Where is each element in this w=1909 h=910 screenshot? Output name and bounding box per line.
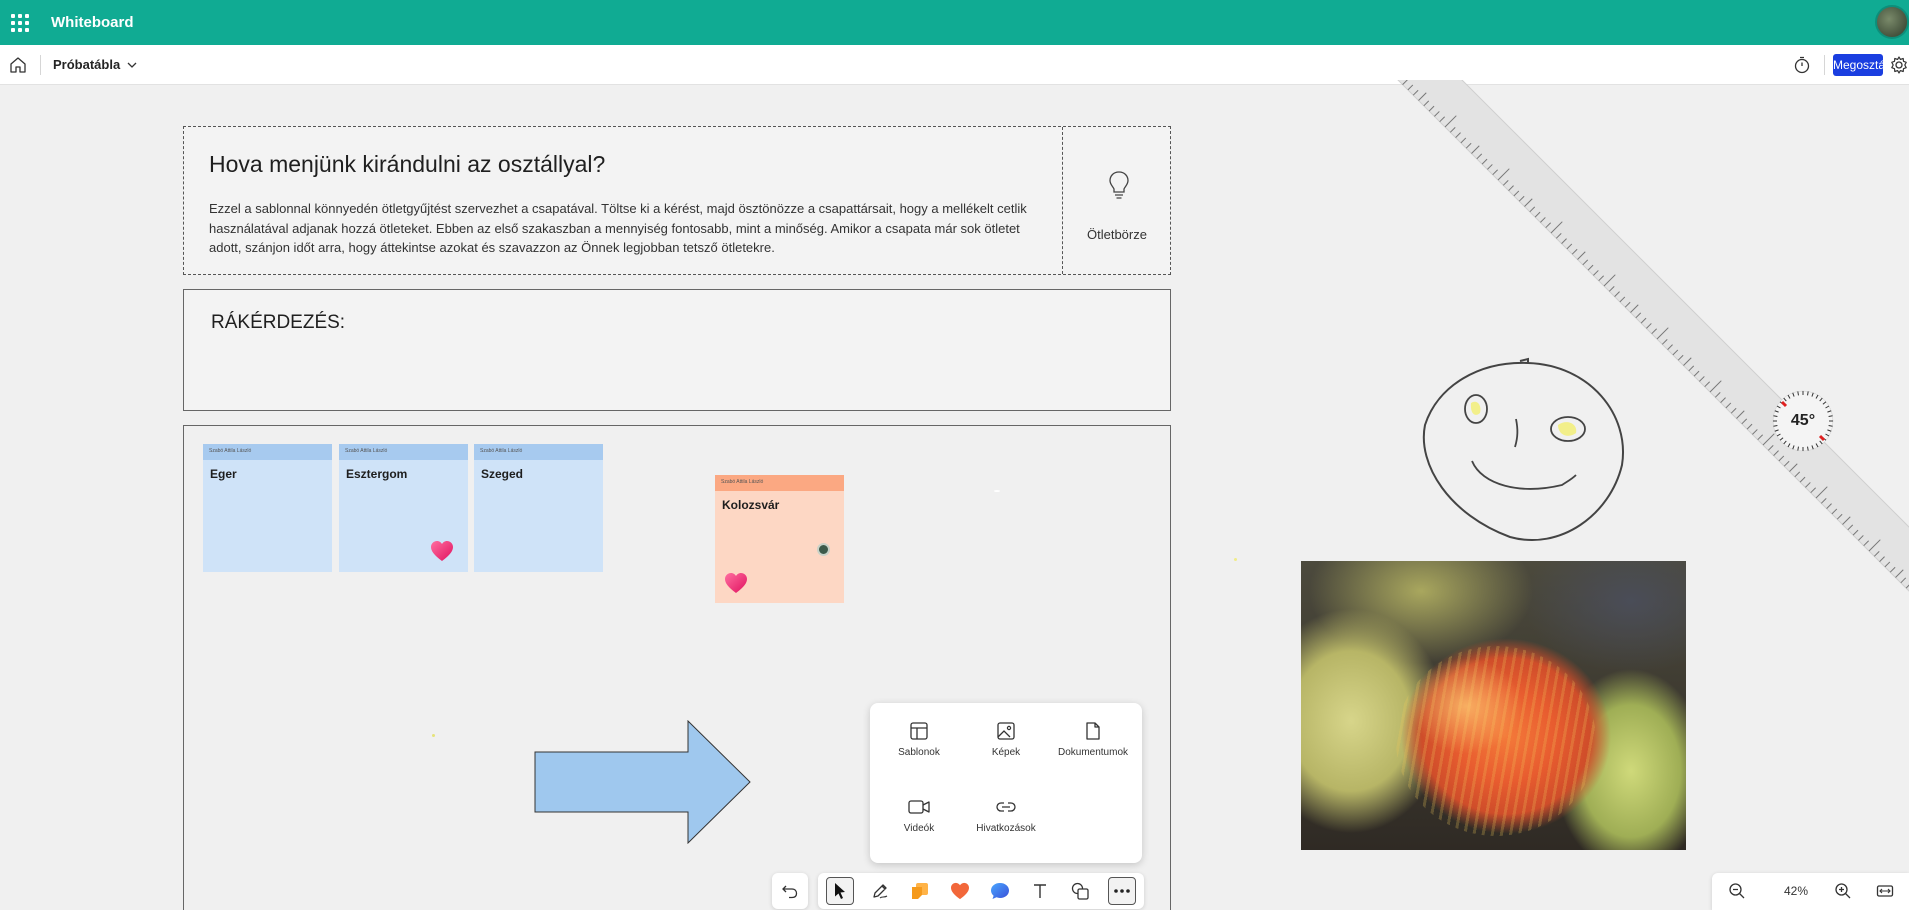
sticky-note-icon	[912, 883, 928, 899]
ink-speck	[994, 490, 1000, 492]
apple-image-detail	[1396, 646, 1596, 836]
toolbar-divider	[40, 54, 41, 75]
dial-tick	[1797, 446, 1799, 451]
insert-documents-label: Dokumentumok	[1057, 747, 1129, 758]
note-text: Esztergom	[346, 467, 408, 481]
note-author: Szabó Attila László	[474, 444, 603, 460]
dial-tick	[1807, 446, 1809, 451]
question-card[interactable]: RÁKÉRDEZÉS:	[183, 289, 1171, 411]
bottom-toolbar	[818, 873, 1144, 909]
zoom-in-icon[interactable]	[1834, 882, 1852, 900]
zoom-level: 42%	[1783, 884, 1809, 898]
insert-templates-button[interactable]: Sablonok	[874, 721, 964, 758]
undo-icon	[782, 885, 798, 899]
insert-videos-button[interactable]: Videók	[874, 797, 964, 834]
video-icon	[908, 800, 930, 814]
question-label: RÁKÉRDEZÉS:	[211, 312, 346, 333]
collaborator-avatar	[817, 543, 830, 556]
insert-menu: Sablonok Képek Dokumentumok Videók Hivat…	[870, 703, 1142, 863]
share-button[interactable]: Megosztás	[1833, 54, 1883, 76]
zoom-out-icon[interactable]	[1728, 882, 1746, 900]
note-author: Szabó Attila László	[715, 475, 844, 491]
undo-button[interactable]	[772, 873, 808, 909]
app-title: Whiteboard	[51, 14, 134, 31]
heart-reaction-icon[interactable]	[724, 572, 748, 594]
toolbar-divider	[1824, 55, 1825, 75]
board-name-label: Próbatábla	[53, 57, 121, 72]
insert-images-label: Képek	[991, 747, 1021, 758]
gear-icon[interactable]	[1889, 55, 1909, 75]
pointer-icon	[835, 883, 845, 899]
apple-image[interactable]	[1301, 561, 1686, 850]
zoom-controls: 42%	[1712, 873, 1909, 910]
insert-templates-label: Sablonok	[898, 747, 940, 758]
lightbulb-icon	[1109, 171, 1129, 199]
insert-images-button[interactable]: Képek	[961, 721, 1051, 758]
dial-tick	[1797, 391, 1799, 396]
sticky-note[interactable]: Szabó Attila László Kolozsvár	[715, 475, 844, 603]
image-icon	[997, 722, 1015, 740]
ruler-angle-label: 45°	[1790, 412, 1816, 429]
sticky-note[interactable]: Szabó Attila László Esztergom	[339, 444, 468, 572]
home-icon[interactable]	[8, 55, 28, 75]
comment-tool[interactable]	[986, 877, 1014, 905]
ink-drawing-smiley[interactable]	[1420, 355, 1640, 545]
note-author: Szabó Attila László	[339, 444, 468, 460]
note-author: Szabó Attila László	[203, 444, 332, 460]
toolbar-right: Megosztás	[1792, 45, 1909, 85]
note-text: Eger	[210, 467, 237, 481]
more-tools-button[interactable]	[1108, 877, 1136, 905]
heart-icon	[951, 882, 969, 900]
ink-speck	[1234, 558, 1237, 561]
pen-icon	[873, 884, 888, 899]
note-text: Szeged	[481, 467, 524, 481]
app-bar: Whiteboard	[0, 0, 1909, 45]
dial-tick	[1807, 391, 1809, 396]
fit-to-screen-icon[interactable]	[1876, 882, 1894, 900]
shapes-tool[interactable]	[1066, 877, 1094, 905]
comment-icon	[991, 883, 1009, 899]
template-title: Hova menjünk kirándulni az osztállyal?	[209, 151, 606, 177]
insert-links-button[interactable]: Hivatkozások	[961, 797, 1051, 834]
chevron-down-icon	[127, 62, 137, 68]
board-toolbar: Próbatábla Megosztás	[0, 45, 1909, 85]
reaction-tool[interactable]	[946, 877, 974, 905]
text-icon	[1034, 884, 1046, 898]
brainstorm-label: Ötletbörze	[1087, 227, 1147, 242]
sticky-note[interactable]: Szabó Attila László Eger	[203, 444, 332, 572]
shapes-icon	[1071, 882, 1089, 900]
arrow-shape[interactable]	[534, 720, 752, 844]
ruler-angle-indicator[interactable]: 45°	[1771, 389, 1835, 453]
insert-documents-button[interactable]: Dokumentumok	[1048, 721, 1138, 758]
document-icon	[1086, 722, 1100, 740]
heart-reaction-icon[interactable]	[430, 540, 454, 562]
user-avatar[interactable]	[1875, 5, 1909, 39]
app-launcher-icon[interactable]	[11, 13, 31, 33]
text-tool[interactable]	[1026, 877, 1054, 905]
insert-videos-label: Videók	[903, 823, 935, 834]
template-header-card[interactable]: Hova menjünk kirándulni az osztállyal? E…	[183, 126, 1171, 275]
link-icon	[996, 802, 1016, 812]
timer-icon[interactable]	[1792, 55, 1812, 75]
template-icon	[910, 722, 928, 740]
more-icon	[1114, 889, 1130, 893]
sticky-note[interactable]: Szabó Attila László Szeged	[474, 444, 603, 572]
template-description: Ezzel a sablonnal könnyedén ötletgyűjtés…	[209, 201, 1027, 255]
insert-links-label: Hivatkozások	[976, 823, 1036, 834]
pen-tool[interactable]	[866, 877, 894, 905]
header-divider	[1062, 127, 1063, 274]
sticky-note-tool[interactable]	[906, 877, 934, 905]
board-name-dropdown[interactable]: Próbatábla	[53, 57, 138, 72]
select-tool[interactable]	[826, 877, 854, 905]
ink-speck	[432, 734, 435, 737]
note-text: Kolozsvár	[722, 498, 780, 512]
